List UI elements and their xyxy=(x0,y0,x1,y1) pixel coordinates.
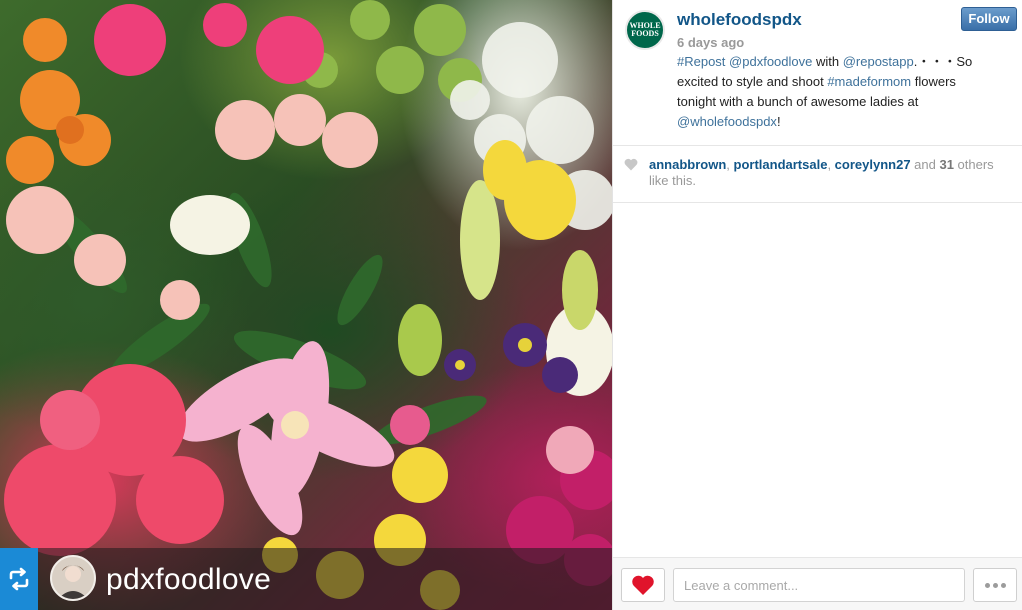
more-options-button[interactable] xyxy=(973,568,1017,602)
brand-avatar[interactable]: WHOLE FOODS xyxy=(625,10,665,50)
username-link[interactable]: wholefoodspdx xyxy=(677,10,802,30)
post-photo[interactable] xyxy=(0,0,612,610)
likes-separator: , xyxy=(827,157,835,172)
heart-icon xyxy=(632,575,654,595)
person-avatar-icon xyxy=(52,557,94,599)
hashtag-madeformom[interactable]: #madeformom xyxy=(827,74,911,89)
more-icon xyxy=(1000,582,1006,588)
post-timestamp[interactable]: 6 days ago xyxy=(677,35,744,50)
more-icon xyxy=(984,582,990,588)
mention-original-user[interactable]: @pdxfoodlove xyxy=(729,54,812,69)
heart-icon xyxy=(624,158,638,171)
liker-link[interactable]: portlandartsale xyxy=(734,157,828,172)
likes-and-text: and xyxy=(910,157,940,172)
repost-badge[interactable] xyxy=(0,548,38,610)
mention-repostapp[interactable]: @repostapp xyxy=(843,54,914,69)
caption-text-3: ! xyxy=(776,114,781,129)
more-icon xyxy=(992,582,998,588)
caption-text-with: with xyxy=(812,54,843,69)
hashtag-repost[interactable]: #Repost xyxy=(677,54,725,69)
mention-wholefoodspdx[interactable]: @wholefoodspdx xyxy=(677,114,777,129)
follow-button[interactable]: Follow xyxy=(961,7,1017,31)
comment-input[interactable] xyxy=(673,568,965,602)
like-button[interactable] xyxy=(621,568,665,602)
flower-bouquet-image xyxy=(4,0,612,610)
post-details-panel: WHOLE FOODS wholefoodspdx 6 days ago Fol… xyxy=(612,0,1022,610)
comment-bar xyxy=(613,557,1022,610)
brand-logo-text: WHOLE FOODS xyxy=(629,21,661,38)
likes-summary: annabbrown, portlandartsale, coreylynn27… xyxy=(649,157,1009,189)
likes-others-count[interactable]: 31 xyxy=(939,157,953,172)
liker-link[interactable]: coreylynn27 xyxy=(835,157,911,172)
repost-icon xyxy=(9,567,29,591)
likes-section: annabbrown, portlandartsale, coreylynn27… xyxy=(613,147,1022,203)
poster-avatar[interactable] xyxy=(50,555,96,601)
post-header: WHOLE FOODS wholefoodspdx 6 days ago Fol… xyxy=(613,0,1022,146)
post-caption: #Repost @pdxfoodlove with @repostapp.・・・… xyxy=(677,52,997,132)
likes-separator: , xyxy=(726,157,734,172)
liker-link[interactable]: annabbrown xyxy=(649,157,726,172)
poster-username[interactable]: pdxfoodlove xyxy=(106,562,271,598)
